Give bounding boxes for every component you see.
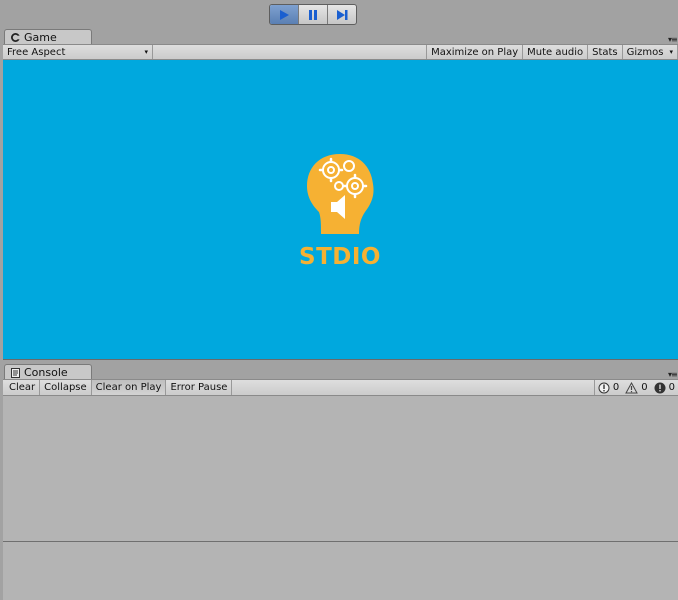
chevron-down-icon: ▾ (144, 48, 148, 56)
error-pause-label: Error Pause (170, 382, 228, 393)
game-panel-menu-icon[interactable]: ▾≡ (668, 35, 678, 44)
tab-console[interactable]: Console (4, 364, 92, 380)
error-filter-button[interactable]: 0 (651, 380, 678, 395)
console-panel-menu-icon[interactable]: ▾≡ (668, 370, 678, 379)
aspect-dropdown[interactable]: Free Aspect ▾ (3, 45, 153, 59)
game-view[interactable]: STDIO (3, 60, 678, 360)
play-icon (280, 9, 289, 20)
warning-filter-button[interactable]: 0 (622, 380, 650, 395)
tab-game[interactable]: Game (4, 29, 92, 45)
stdio-logo: STDIO (295, 152, 385, 282)
console-tab-icon (11, 367, 20, 378)
head-gears-logo-icon (307, 154, 374, 234)
info-filter-button[interactable]: 0 (593, 380, 622, 395)
collapse-label: Collapse (44, 382, 87, 393)
console-log-area[interactable] (3, 379, 678, 600)
info-icon (598, 382, 610, 393)
clear-button[interactable]: Clear (3, 380, 41, 395)
playback-controls (269, 4, 357, 25)
maximize-on-play-label: Maximize on Play (431, 46, 519, 58)
gizmos-dropdown[interactable]: Gizmos ▾ (623, 45, 678, 59)
step-button[interactable] (328, 5, 356, 24)
game-tab-icon (11, 33, 20, 42)
collapse-button[interactable]: Collapse (40, 380, 92, 395)
clear-on-play-label: Clear on Play (95, 382, 162, 393)
error-icon (654, 382, 666, 393)
pause-icon (309, 9, 317, 20)
warning-count: 0 (641, 382, 648, 393)
aspect-dropdown-label: Free Aspect (7, 46, 66, 58)
game-tab-label: Game (24, 31, 57, 44)
clear-on-play-button[interactable]: Clear on Play (91, 380, 167, 395)
play-button[interactable] (270, 5, 299, 24)
console-splitter[interactable] (3, 541, 678, 542)
gizmos-label: Gizmos (626, 46, 664, 58)
game-toolbar: Free Aspect ▾ Maximize on Play Mute audi… (3, 44, 678, 60)
logo-text: STDIO (299, 244, 381, 270)
error-count: 0 (668, 382, 675, 393)
console-toolbar: Clear Collapse Clear on Play Error Pause… (3, 379, 678, 396)
maximize-on-play-button[interactable]: Maximize on Play (426, 45, 524, 59)
stats-button[interactable]: Stats (588, 45, 623, 59)
info-count: 0 (612, 382, 620, 393)
top-toolbar (0, 0, 678, 30)
mute-audio-label: Mute audio (527, 46, 584, 58)
warning-icon (625, 381, 639, 393)
clear-label: Clear (9, 382, 36, 393)
stats-label: Stats (592, 46, 618, 58)
console-toolbar-spacer (232, 380, 593, 395)
console-tab-label: Console (24, 366, 68, 379)
step-icon (336, 9, 347, 20)
pause-button[interactable] (299, 5, 328, 24)
chevron-down-icon: ▾ (669, 48, 673, 56)
mute-audio-button[interactable]: Mute audio (523, 45, 589, 59)
error-pause-button[interactable]: Error Pause (166, 380, 233, 395)
